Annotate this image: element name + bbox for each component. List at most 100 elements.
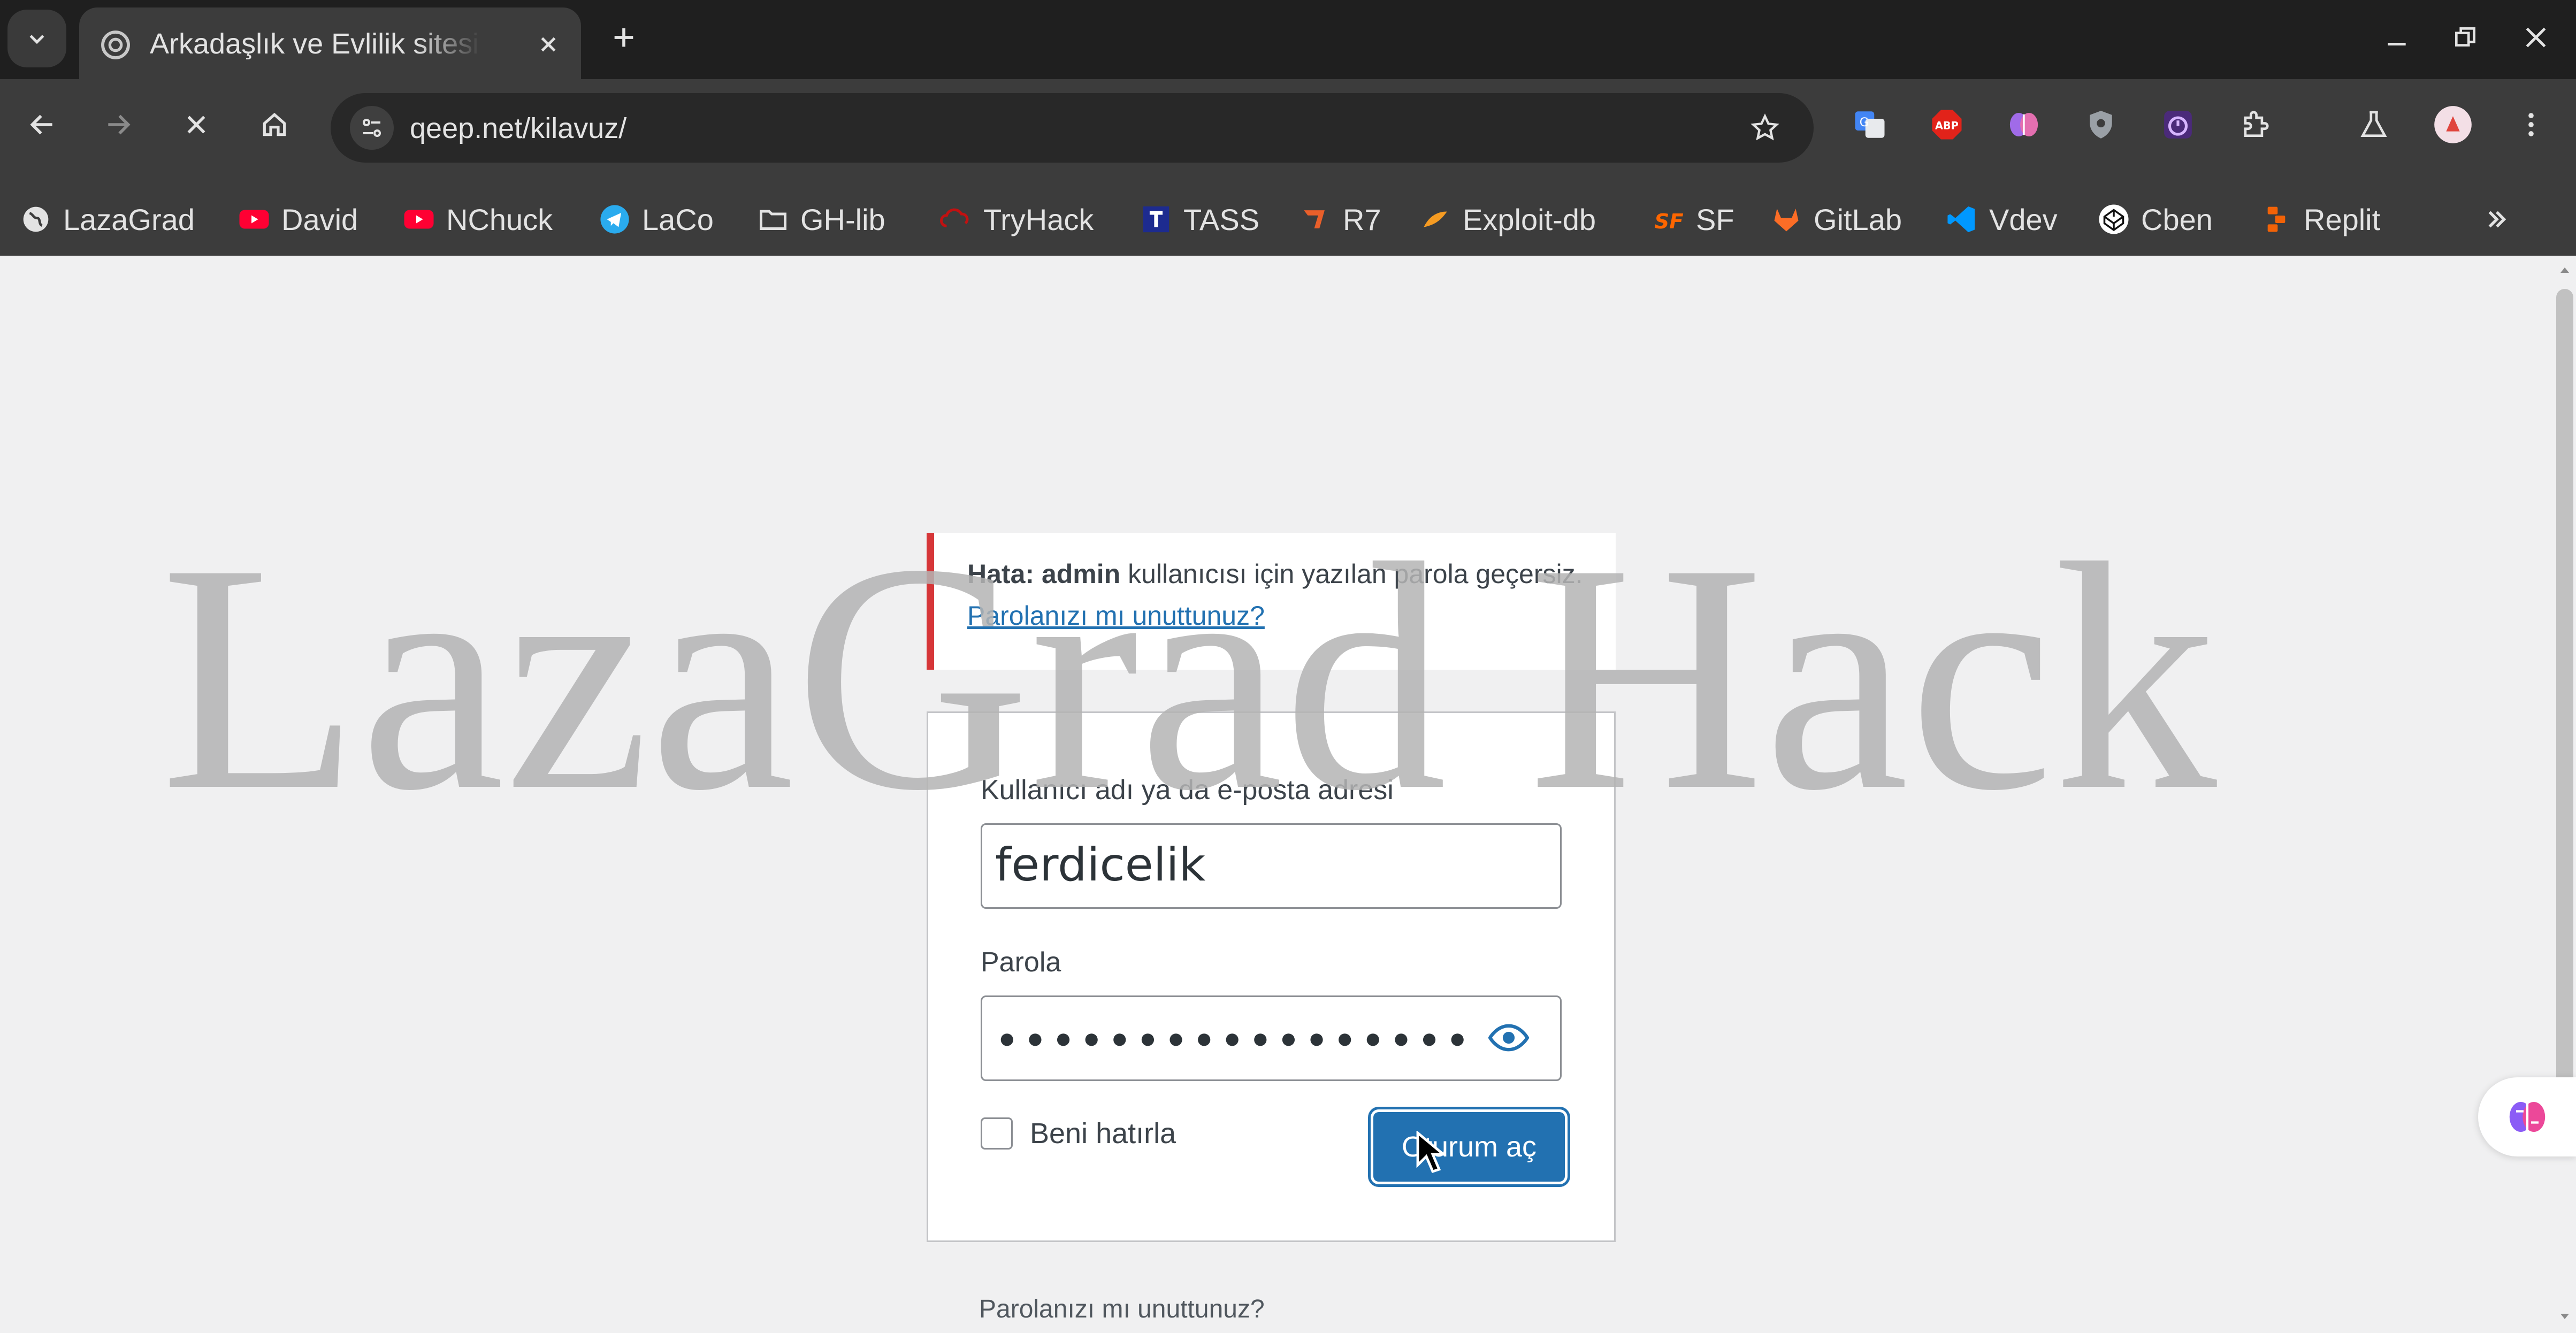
home-button[interactable] (250, 101, 299, 149)
bookmark-label: TASS (1183, 202, 1260, 236)
star-icon (1751, 113, 1779, 141)
bookmark-david[interactable]: David (238, 197, 358, 242)
codepen-icon (2097, 203, 2130, 236)
translate-icon: G (1855, 111, 1885, 138)
bookmark-label: TryHack (983, 202, 1094, 236)
scrollbar[interactable] (2552, 256, 2576, 1333)
rapid7-icon (1299, 203, 1332, 236)
menu-button[interactable] (2507, 101, 2555, 149)
profile-avatar[interactable] (2429, 101, 2477, 149)
bookmark-label: GitLab (1814, 202, 1902, 236)
bookmark-label: GH-lib (800, 202, 885, 236)
minimize-button[interactable] (2375, 16, 2418, 59)
bookmark-label: Exploit-db (1463, 202, 1596, 236)
bookmark-label: SF (1696, 202, 1734, 236)
bookmark-vdev[interactable]: Vdev (1945, 197, 2058, 242)
arrow-right-icon (108, 114, 131, 135)
restore-icon (2455, 27, 2475, 47)
adblock-extension[interactable]: ABP (1923, 101, 1971, 149)
more-vertical-icon (2528, 113, 2534, 136)
bookmark-label: Replit (2304, 202, 2381, 236)
tab-search-button[interactable] (7, 10, 66, 67)
login-submit-button[interactable]: Oturum aç (1373, 1112, 1565, 1182)
error-text: kullanıcısı için yazılan parola geçersiz… (1128, 559, 1583, 589)
bookmarks-overflow-button[interactable] (2482, 197, 2511, 242)
forward-button[interactable] (94, 101, 142, 149)
active-tab[interactable]: Arkadaşlık ve Evlilik sitesi (79, 7, 581, 79)
password-label: Parola (981, 947, 1061, 978)
tass-icon (1140, 203, 1173, 236)
bookmark-r7[interactable]: R7 (1299, 197, 1381, 242)
avatar-icon (2434, 106, 2472, 143)
folder-icon (756, 203, 790, 236)
bookmarks-bar: LazaGrad David NChuck LaCo GH-lib TryHac… (0, 184, 2576, 256)
timer-extension[interactable] (2154, 101, 2202, 149)
site-info-button[interactable] (350, 106, 394, 150)
new-tab-button[interactable] (602, 16, 645, 59)
bookmark-cben[interactable]: Cben (2097, 197, 2213, 242)
scroll-down-arrow-icon[interactable] (2558, 1311, 2571, 1323)
bookmark-tryhack[interactable]: TryHack (939, 197, 1094, 242)
username-field[interactable]: ferdicelik (981, 823, 1562, 909)
bookmark-gh-lib[interactable]: GH-lib (756, 197, 885, 242)
bookmark-exploit-db[interactable]: Exploit-db (1419, 197, 1596, 242)
svg-text:SF: SF (1654, 210, 1683, 234)
plus-icon (614, 28, 633, 47)
close-icon (2526, 27, 2546, 48)
scroll-thumb[interactable] (2556, 289, 2573, 1107)
timer-icon (2164, 111, 2192, 139)
home-icon (263, 112, 286, 136)
password-masked-value: ●●●●●●●●●●●●●●●●● (998, 1022, 1474, 1054)
restore-button[interactable] (2444, 16, 2487, 59)
bookmark-replit[interactable]: Replit (2260, 197, 2380, 242)
tab-close-button[interactable] (529, 25, 568, 64)
chevron-down-icon (29, 35, 44, 44)
password-field[interactable]: ●●●●●●●●●●●●●●●●● (981, 995, 1562, 1081)
bookmark-lazagrad[interactable]: LazaGrad (19, 197, 195, 242)
svg-text:G: G (1860, 116, 1869, 129)
bookmark-gitlab[interactable]: GitLab (1770, 197, 1902, 242)
bookmark-laco[interactable]: LaCo (598, 197, 714, 242)
bookmark-nchuck[interactable]: NChuck (402, 197, 553, 242)
remember-me-checkbox[interactable] (981, 1117, 1013, 1150)
adblock-icon: ABP (1932, 110, 1962, 140)
double-chevron-right-icon (2488, 211, 2506, 228)
tab-title: Arkadaşlık ve Evlilik sitesi (150, 28, 479, 60)
shield-extension[interactable] (2077, 101, 2125, 149)
url-text[interactable]: qeep.net/kilavuz/ (410, 107, 626, 150)
error-lost-password-link[interactable]: Parolanızı mı unuttunuz? (967, 600, 1265, 631)
mouse-cursor-icon (1416, 1131, 1446, 1173)
site-icon (101, 30, 130, 59)
address-bar[interactable]: qeep.net/kilavuz/ (331, 93, 1814, 163)
show-password-button[interactable] (1487, 1016, 1530, 1059)
arrow-left-icon (30, 114, 52, 135)
bookmark-tass[interactable]: TASS (1140, 197, 1259, 242)
error-username: admin (1041, 559, 1121, 589)
scroll-up-arrow-icon[interactable] (2558, 263, 2571, 276)
back-button[interactable] (18, 101, 66, 149)
remember-me-label[interactable]: Beni hatırla (1030, 1117, 1176, 1150)
error-prefix: Hata: (967, 559, 1035, 589)
tab-strip: Arkadaşlık ve Evlilik sitesi (0, 0, 2576, 79)
brain-extension[interactable] (2000, 101, 2048, 149)
bookmark-label: LazaGrad (63, 202, 195, 236)
floating-assistant-button[interactable] (2478, 1077, 2576, 1156)
minimize-icon (2388, 43, 2406, 45)
window-close-button[interactable] (2514, 16, 2557, 59)
username-label: Kullanıcı adı ya da e-posta adresi (981, 775, 1394, 806)
brain-icon (2009, 113, 2038, 136)
shield-icon (2090, 111, 2112, 139)
login-error-notice: Hata: admin kullanıcısı için yazılan par… (927, 533, 1616, 670)
sourceforge-icon: SF (1652, 203, 1685, 236)
bookmark-label: R7 (1343, 202, 1381, 236)
translate-extension[interactable]: G (1846, 101, 1894, 149)
lost-password-link[interactable]: Parolanızı mı unuttunuz? (979, 1294, 1265, 1324)
browser-toolbar: qeep.net/kilavuz/ G ABP (0, 79, 2576, 184)
stop-loading-button[interactable] (172, 101, 220, 149)
extensions-button[interactable] (2231, 101, 2279, 149)
brain-icon (2509, 1102, 2545, 1132)
bookmark-star-button[interactable] (1743, 106, 1787, 150)
tune-icon (363, 119, 381, 137)
bookmark-sf[interactable]: SF SF (1652, 197, 1734, 242)
labs-button[interactable] (2350, 101, 2398, 149)
